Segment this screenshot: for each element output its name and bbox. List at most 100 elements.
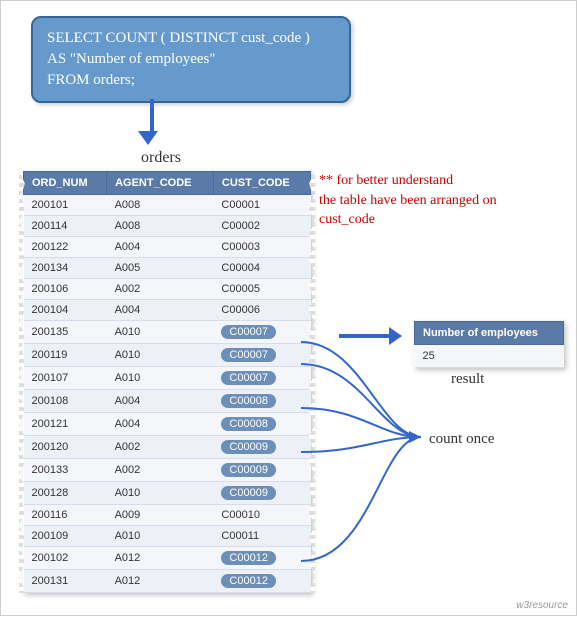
cell-agent-code: A009 (107, 505, 214, 526)
highlight-pill: C00009 (221, 486, 276, 500)
note-line-3: cust_code (319, 210, 544, 230)
cell-cust-code: C00006 (213, 300, 310, 321)
cell-agent-code: A012 (107, 570, 214, 593)
arrow-right-icon (339, 327, 402, 345)
cell-cust-code: C00008 (213, 413, 310, 436)
cell-cust-code: C00007 (213, 321, 310, 344)
cell-agent-code: A010 (107, 367, 214, 390)
table-row: 200102A012 C00012 (24, 547, 311, 570)
note-line-1: ** for better understand (319, 171, 544, 191)
cell-cust-code: C00012 (213, 547, 310, 570)
table-row: 200106A002C00005 (24, 279, 311, 300)
sql-line-1: SELECT COUNT ( DISTINCT cust_code ) (47, 28, 335, 49)
cell-agent-code: A010 (107, 526, 214, 547)
table-row: 200122A004C00003 (24, 237, 311, 258)
cell-cust-code: C00010 (213, 505, 310, 526)
highlight-pill: C00012 (221, 551, 276, 565)
col-agent-code: AGENT_CODE (107, 172, 214, 195)
cell-agent-code: A005 (107, 258, 214, 279)
cell-agent-code: A010 (107, 344, 214, 367)
cell-agent-code: A004 (107, 237, 214, 258)
cell-cust-code: C00007 (213, 344, 310, 367)
highlight-pill: C00007 (221, 348, 276, 362)
cell-cust-code: C00002 (213, 216, 310, 237)
table-row: 200128A010 C00009 (24, 482, 311, 505)
table-row: 200131A012 C00012 (24, 570, 311, 593)
cell-agent-code: A002 (107, 279, 214, 300)
table-row: 200133A002 C00009 (24, 459, 311, 482)
cell-ord-num: 200131 (24, 570, 107, 593)
table-row: 200120A002 C00009 (24, 436, 311, 459)
orders-table: ORD_NUM AGENT_CODE CUST_CODE 200101A008C… (23, 171, 311, 593)
cell-ord-num: 200106 (24, 279, 107, 300)
cell-agent-code: A002 (107, 459, 214, 482)
cell-agent-code: A008 (107, 216, 214, 237)
highlight-pill: C00009 (221, 440, 276, 454)
table-row: 200104A004C00006 (24, 300, 311, 321)
cell-ord-num: 200135 (24, 321, 107, 344)
cell-cust-code: C00008 (213, 390, 310, 413)
cell-cust-code: C00009 (213, 482, 310, 505)
col-cust-code: CUST_CODE (213, 172, 310, 195)
cell-cust-code: C00005 (213, 279, 310, 300)
cell-agent-code: A010 (107, 321, 214, 344)
result-table: Number of employees 25 (414, 321, 564, 368)
cell-ord-num: 200134 (24, 258, 107, 279)
cell-ord-num: 200104 (24, 300, 107, 321)
cell-ord-num: 200107 (24, 367, 107, 390)
cell-ord-num: 200108 (24, 390, 107, 413)
sql-line-2: AS "Number of employees" (47, 49, 335, 70)
sql-query-box: SELECT COUNT ( DISTINCT cust_code ) AS "… (31, 16, 351, 103)
highlight-pill: C00009 (221, 463, 276, 477)
table-row: 200121A004C00008 (24, 413, 311, 436)
cell-cust-code: C00009 (213, 436, 310, 459)
highlight-pill: C00007 (221, 325, 276, 339)
note-line-2: the table have been arranged on (319, 191, 544, 211)
cell-ord-num: 200120 (24, 436, 107, 459)
cell-agent-code: A002 (107, 436, 214, 459)
cell-ord-num: 200101 (24, 195, 107, 216)
cell-agent-code: A004 (107, 413, 214, 436)
cell-cust-code: C00007 (213, 367, 310, 390)
arrow-down-icon (146, 99, 158, 145)
cell-ord-num: 200128 (24, 482, 107, 505)
cell-ord-num: 200133 (24, 459, 107, 482)
table-row: 200109A010C00011 (24, 526, 311, 547)
highlight-pill: C00012 (221, 574, 276, 588)
cell-cust-code: C00003 (213, 237, 310, 258)
table-row: 200119A010 C00007 (24, 344, 311, 367)
cell-ord-num: 200122 (24, 237, 107, 258)
highlight-pill: C00007 (221, 371, 276, 385)
table-row: 200116A009C00010 (24, 505, 311, 526)
highlight-pill: C00008 (221, 417, 276, 431)
table-row: 200107A010 C00007 (24, 367, 311, 390)
cell-ord-num: 200109 (24, 526, 107, 547)
orders-label: orders (141, 149, 181, 167)
table-row: 200134A005C00004 (24, 258, 311, 279)
cell-agent-code: A012 (107, 547, 214, 570)
cell-ord-num: 200116 (24, 505, 107, 526)
result-value: 25 (415, 345, 564, 368)
col-ord-num: ORD_NUM (24, 172, 107, 195)
cell-cust-code: C00011 (213, 526, 310, 547)
result-label: result (451, 371, 484, 388)
cell-ord-num: 200114 (24, 216, 107, 237)
table-row: 200114A008C00002 (24, 216, 311, 237)
table-row: 200101A008C00001 (24, 195, 311, 216)
table-row: 200135A010 C00007 (24, 321, 311, 344)
cell-agent-code: A008 (107, 195, 214, 216)
orders-header-row: ORD_NUM AGENT_CODE CUST_CODE (24, 172, 311, 195)
cell-cust-code: C00004 (213, 258, 310, 279)
cell-agent-code: A004 (107, 300, 214, 321)
count-once-label: count once (429, 431, 494, 448)
cell-ord-num: 200102 (24, 547, 107, 570)
table-row: 200108A004C00008 (24, 390, 311, 413)
note-text: ** for better understand the table have … (319, 171, 544, 230)
footer-attribution: w3resource (516, 600, 568, 611)
cell-cust-code: C00012 (213, 570, 310, 593)
highlight-pill: C00008 (221, 394, 276, 408)
cell-agent-code: A010 (107, 482, 214, 505)
result-header: Number of employees (415, 322, 564, 345)
cell-ord-num: 200119 (24, 344, 107, 367)
cell-cust-code: C00009 (213, 459, 310, 482)
